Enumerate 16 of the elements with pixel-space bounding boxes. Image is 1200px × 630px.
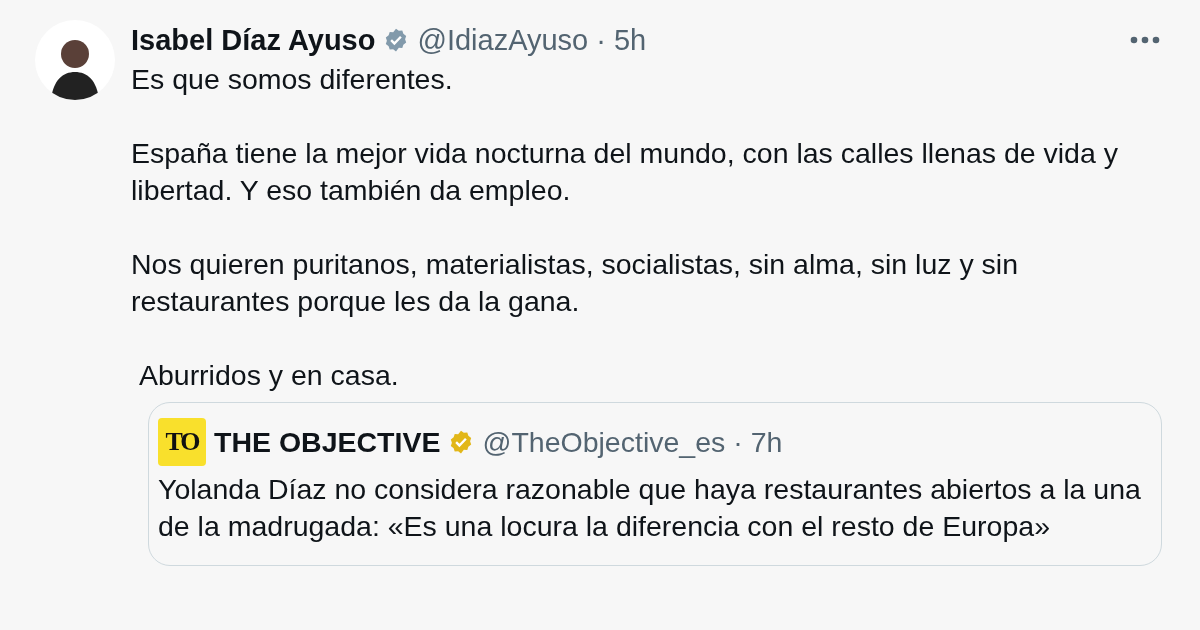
post-paragraph: España tiene la mejor vida nocturna del mundo, con las calles llenas de vida y libertad. Y eso también da empleo. xyxy=(131,136,1119,208)
quoted-post-text: Yolanda Díaz no considera razonable que haya restaurantes abiertos a la una de la madrugada: «Es una locura la diferencia con el resto de Europa» xyxy=(158,472,1142,544)
quoted-author-handle: @TheObjective_es xyxy=(482,425,726,459)
author-name[interactable]: Isabel Díaz Ayuso xyxy=(131,23,376,57)
post-paragraph: Es que somos diferentes. xyxy=(131,62,454,97)
quoted-post-card[interactable]: TO THE OBJECTIVE @TheObjective_es · 7h Yolanda Díaz no considera razonable que haya restaurantes abiertos a la una de la madrugada: «Es una locura la diferencia con el resto de Europa» xyxy=(148,402,1162,566)
account-logo: TO xyxy=(158,418,206,466)
separator: · xyxy=(596,23,606,57)
more-options-icon[interactable] xyxy=(1130,36,1160,44)
quoted-post-time: 7h xyxy=(750,425,783,459)
post-paragraph: Aburridos y en casa. xyxy=(137,358,400,393)
post-time[interactable]: 5h xyxy=(613,23,647,57)
author-handle[interactable]: @IdiazAyuso xyxy=(417,23,589,57)
post-paragraph: Nos quieren puritanos, materialistas, socialistas, sin alma, sin luz y sin restaurantes porque les da la gana. xyxy=(131,247,1020,319)
separator: · xyxy=(733,425,743,459)
quoted-author-name: THE OBJECTIVE xyxy=(214,425,441,459)
